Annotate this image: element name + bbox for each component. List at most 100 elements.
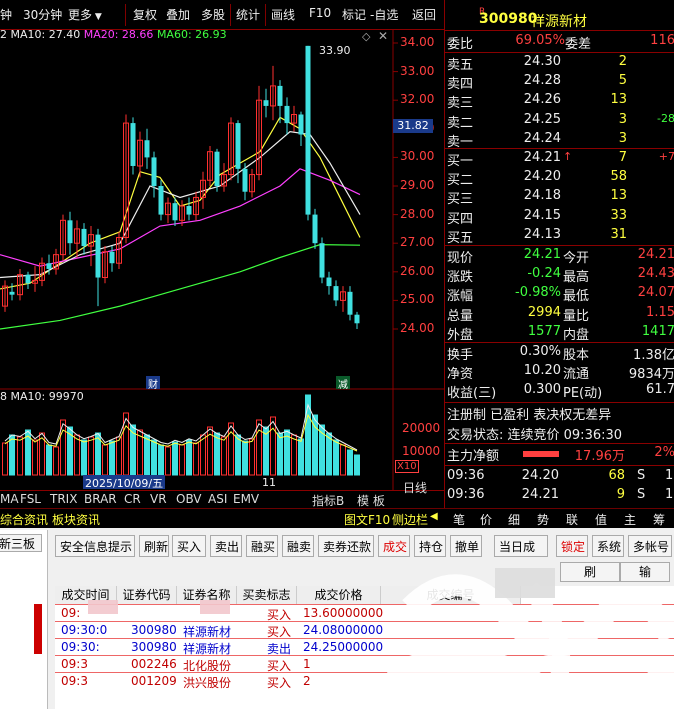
ind-trix[interactable]: TRIX [50,492,77,506]
ind-cr[interactable]: CR [124,492,141,506]
quote-row: 外盘 1577 内盘 1417 [445,324,674,343]
left-panel: 新三板 [0,530,48,709]
close-icon[interactable]: ✕ [378,29,388,43]
bid-row[interactable]: 买二 24.20 58 [445,169,674,188]
candle [284,97,290,135]
quote-label: 涨跌 [447,270,474,286]
volume-bar [249,438,255,476]
candle [221,163,227,192]
ask-price: 24.25 [523,111,561,127]
candle [144,128,150,169]
col-flag[interactable]: 买卖标志 [237,586,297,604]
scroll-indicator[interactable] [34,604,42,654]
action-button[interactable]: 安全信息提示 [55,535,135,557]
f10-graphic-tab[interactable]: 图文F10 [344,511,390,528]
tab-price[interactable]: 价 [480,511,492,528]
volume-bar [102,444,108,476]
reduce-marker[interactable]: 减 [336,376,350,391]
volume-bar [186,439,192,476]
period-more[interactable]: 更多 ▼ [68,6,102,23]
back-button[interactable]: 返回 [412,6,436,23]
weibi-label: 委比 [447,37,474,52]
multi-stock-button[interactable]: 多股 [201,6,225,23]
ask-row[interactable]: 卖二 24.25 3 -28 [445,112,674,131]
candle [263,88,269,118]
ma-legend: 2 MA10: 27.40 MA20: 28.66 MA60: 26.93 [0,28,227,41]
ask-label: 卖一 [447,134,474,150]
tick-extra: 1 [665,468,674,483]
quote-row: 换手 0.30% 股本 1.38亿 [445,344,674,363]
fuquan-button[interactable]: 复权 [133,6,157,23]
ind-asi[interactable]: ASI [208,492,227,506]
bid-label: 买一 [447,154,474,169]
tab-tick[interactable]: 笔 [453,511,465,528]
col-code[interactable]: 证券代码 [117,586,177,604]
price-axis-label: 28.00 [400,206,435,221]
sidebar-tab[interactable]: 侧边栏 [392,511,428,528]
price-axis-label: 27.00 [400,235,435,250]
watchlist-button[interactable]: -自选 [370,6,398,23]
col-price[interactable]: 成交价格 [297,586,381,604]
indicator-select[interactable]: 指标B [312,492,344,509]
bid-row[interactable]: 买四 24.15 33 [445,208,674,227]
quote-label: 涨幅 [447,289,474,305]
weicha-label: 委差 [565,37,592,52]
action-button[interactable]: 刷新 [139,535,169,557]
overlay-button[interactable]: 叠加 [166,6,190,23]
candle [186,197,192,221]
stats-button[interactable]: 统计 [236,6,260,23]
finance-marker[interactable]: 财 [146,376,160,391]
volume-bar [340,444,346,476]
ask-row[interactable]: 卖五 24.30 2 [445,54,674,73]
indicator-bar: MA FSL TRIX BRAR CR VR OBV ASI EMV 指标B 模… [0,481,444,509]
tab-detail[interactable]: 细 [508,511,520,528]
bid-row[interactable]: 买一 24.21 ↑ 7 +7 [445,150,674,169]
action-button[interactable]: 融卖 [282,535,314,557]
ind-brar[interactable]: BRAR [84,492,117,506]
kline-chart[interactable]: 2 MA10: 27.40 MA20: 28.66 MA60: 26.93 ◇ … [0,28,444,391]
ind-vr[interactable]: VR [150,492,167,506]
period-1min[interactable]: 钟 [0,6,12,23]
ind-fsl[interactable]: FSL [20,492,41,506]
day-line-label[interactable]: 日线 [403,479,427,496]
tab-sector-news[interactable]: 板块资讯 [52,511,100,528]
ind-emv[interactable]: EMV [233,492,259,506]
action-button[interactable]: 卖券还款 [318,535,374,557]
tab-related[interactable]: 联 [566,511,578,528]
tab-comprehensive-news[interactable]: 综合资讯 [0,511,48,528]
bid-price: 24.15 [523,207,561,223]
bid-price: 24.20 [523,169,561,185]
ind-obv[interactable]: OBV [176,492,202,506]
ind-ma[interactable]: MA [0,492,19,506]
tab-chips[interactable]: 筹 [653,511,665,528]
bid-label: 买三 [447,192,474,208]
f10-button[interactable]: F10 [309,6,331,20]
volume-chart[interactable]: 8 MA10: 99970 20000 10000 X10 2025/10/09… [0,390,444,490]
main-net-label: 主力净额 [447,449,500,464]
diamond-icon[interactable]: ◇ [362,30,370,43]
sidebar-arrow-icon[interactable]: ◀ [430,511,438,522]
ask-row[interactable]: 卖四 24.28 5 [445,73,674,92]
tab-value[interactable]: 值 [595,511,607,528]
tab-trend[interactable]: 势 [537,511,549,528]
bid-volume: 7 [618,150,627,165]
quote-value: 1577 [527,323,561,339]
action-button[interactable]: 融买 [246,535,278,557]
period-30min[interactable]: 30分钟 [23,6,62,23]
action-button[interactable]: 卖出 [210,535,242,557]
candle [298,111,304,146]
ask-row[interactable]: 卖一 24.24 3 [445,131,674,150]
volume-bar [81,439,87,476]
action-button[interactable]: 买入 [172,535,206,557]
chevron-down-icon: ▼ [92,12,102,22]
mark-button[interactable]: 标记 [342,6,366,23]
ask-row[interactable]: 卖三 24.26 13 [445,92,674,111]
bid-row[interactable]: 买五 24.13 31 [445,227,674,246]
cell-price: 24.25000000 [303,640,384,654]
quote-value-2: 61.7 [646,382,674,398]
draw-button[interactable]: 画线 [271,6,295,23]
template-button[interactable]: 模 板 [357,492,385,509]
bid-row[interactable]: 买三 24.18 13 [445,188,674,207]
tab-main[interactable]: 主 [624,511,636,528]
new-third-board-button[interactable]: 新三板 [0,534,42,552]
